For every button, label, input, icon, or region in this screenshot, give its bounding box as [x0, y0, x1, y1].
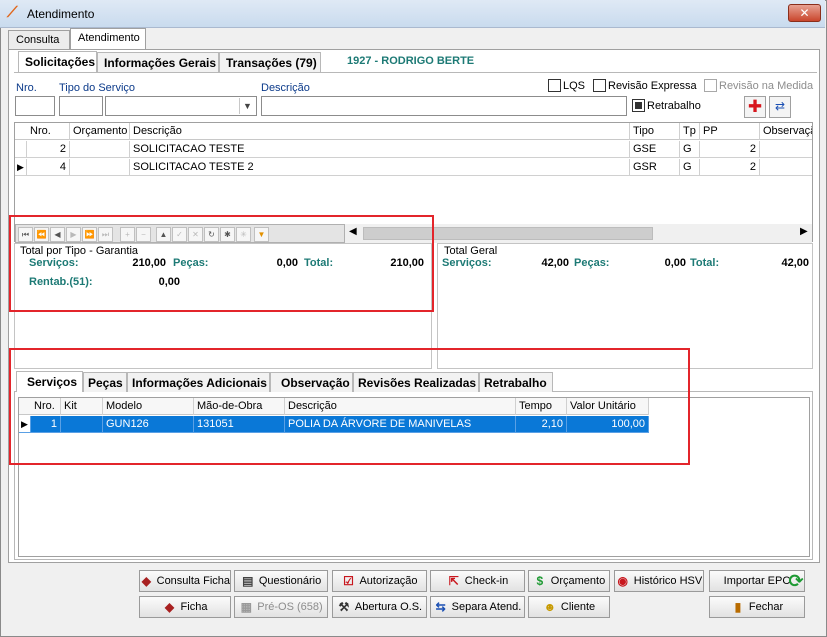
col-descricao[interactable]: Descrição [130, 123, 630, 140]
tipo-servico-code-input[interactable] [59, 96, 103, 116]
checkbox-checked-icon: ☑ [343, 574, 354, 588]
app-logo-icon: ⟋ [7, 4, 18, 21]
historico-hsv-button[interactable]: ◉ Histórico HSV [614, 570, 704, 592]
user-icon: ☻ [543, 600, 557, 614]
cell-pp: 2 [700, 141, 760, 158]
revisao-medida-label: Revisão na Medida [719, 80, 814, 92]
retrabalho-checkbox[interactable] [632, 99, 645, 112]
col-pp[interactable]: PP [700, 123, 760, 140]
descricao-label: Descrição [261, 82, 310, 94]
current-row-arrow-icon: ▶ [15, 159, 27, 176]
clipboard-icon: ▤ [242, 574, 254, 588]
revisao-medida-checkbox[interactable] [704, 79, 717, 92]
abertura-os-button[interactable]: ⚒ Abertura O.S. [332, 596, 427, 618]
mechanic-icon: ⚒ [338, 600, 350, 614]
highlight-box-services [9, 348, 690, 465]
nro-label: Nro. [16, 82, 37, 94]
revisao-expressa-label: Revisão Expressa [608, 80, 697, 92]
revisao-expressa-checkbox[interactable] [593, 79, 606, 92]
history-icon: ◉ [617, 574, 628, 588]
check-in-button[interactable]: ⇱ Check-in [430, 570, 525, 592]
highlight-box-totals [9, 215, 434, 312]
geral-pecas-value: 0,00 [664, 257, 686, 269]
close-window-button[interactable]: ✕ [788, 4, 821, 22]
fechar-button[interactable]: ▮ Fechar [709, 596, 805, 618]
totals-geral-title: Total Geral [444, 245, 498, 257]
chevron-down-icon[interactable]: ▼ [239, 98, 255, 114]
import-refresh-icon[interactable]: ⟳ [785, 570, 807, 592]
cell-tp: G [680, 141, 700, 158]
subtab-transacoes[interactable]: Transações (79) [219, 52, 321, 72]
cell-observacao [760, 141, 812, 158]
requests-table-header: Nro. Orçamento Descrição Tipo Tp PP Obse… [15, 123, 812, 140]
geral-servicos-label: Serviços: [442, 257, 492, 269]
col-tipo[interactable]: Tipo [630, 123, 680, 140]
geral-pecas-label: Peças: [574, 257, 610, 269]
cell-orcamento [70, 141, 130, 158]
cell-nro: 2 [27, 141, 70, 158]
cell-tipo: GSE [630, 141, 680, 158]
cell-tp: G [680, 159, 700, 176]
col-nro[interactable]: Nro. [27, 123, 70, 140]
subtab-divider [14, 72, 817, 73]
cell-descricao: SOLICITACAO TESTE 2 [130, 159, 630, 176]
tab-consulta[interactable]: Consulta [8, 30, 70, 50]
questionario-button[interactable]: ▤ Questionário [234, 570, 328, 592]
ficha-button[interactable]: ◆ Ficha [139, 596, 231, 618]
split-icon: ⇆ [435, 600, 446, 614]
cell-orcamento [70, 159, 130, 176]
cell-nro: 4 [27, 159, 70, 176]
retrabalho-label: Retrabalho [647, 100, 701, 112]
orcamento-button[interactable]: $ Orçamento [528, 570, 610, 592]
cell-tipo: GSR [630, 159, 680, 176]
scroll-right-icon[interactable]: ▶ [800, 226, 808, 237]
col-orcamento[interactable]: Orçamento [70, 123, 130, 140]
transfer-arrows-icon: ⇄ [774, 99, 786, 113]
col-observacao[interactable]: Observação [760, 123, 812, 140]
check-in-icon: ⇱ [448, 574, 459, 588]
nro-input[interactable] [15, 96, 55, 116]
document-icon: ▦ [240, 600, 252, 614]
cliente-button[interactable]: ☻ Cliente [528, 596, 610, 618]
subtab-informacoes-gerais[interactable]: Informações Gerais [97, 52, 219, 72]
geral-total-label: Total: [690, 257, 720, 269]
row-indicator [15, 141, 27, 158]
separa-atend-button[interactable]: ⇆ Separa Atend. [430, 596, 525, 618]
geral-total-value: 42,00 [781, 257, 809, 269]
lqs-label: LQS [563, 80, 586, 92]
col-tp[interactable]: Tp [680, 123, 700, 140]
table-row[interactable]: 2 SOLICITACAO TESTE GSE G 2 [15, 141, 812, 158]
consulta-ficha-button[interactable]: ◆ Consulta Ficha [139, 570, 231, 592]
tab-atendimento[interactable]: Atendimento [70, 28, 146, 50]
dollar-icon: $ [536, 574, 544, 588]
geral-servicos-value: 42,00 [541, 257, 569, 269]
table-row[interactable]: ▶ 4 SOLICITACAO TESTE 2 GSR G 2 [15, 159, 812, 176]
autorizacao-button[interactable]: ☑ Autorização [332, 570, 427, 592]
car-icon: ◆ [141, 574, 151, 588]
transfer-request-button[interactable]: ⇄ [769, 96, 791, 118]
cell-pp: 2 [700, 159, 760, 176]
subtab-solicitacoes[interactable]: Solicitações [18, 51, 97, 72]
exit-door-icon: ▮ [734, 600, 742, 614]
lqs-checkbox[interactable] [548, 79, 561, 92]
title-bar [0, 0, 825, 28]
cell-descricao: SOLICITACAO TESTE [130, 141, 630, 158]
add-request-button[interactable]: ✚ [744, 96, 766, 118]
window-title: Atendimento [27, 7, 95, 21]
tipo-servico-select[interactable]: ▼ [105, 96, 257, 116]
tipo-servico-label: Tipo do Serviço [59, 82, 136, 94]
client-name: 1927 - RODRIGO BERTE [347, 55, 475, 67]
plus-icon: ✚ [747, 97, 763, 116]
pre-os-button[interactable]: ▦ Pré-OS (658) [234, 596, 328, 618]
descricao-input[interactable] [261, 96, 627, 116]
cell-observacao [760, 159, 812, 176]
car-icon: ◆ [164, 600, 175, 614]
